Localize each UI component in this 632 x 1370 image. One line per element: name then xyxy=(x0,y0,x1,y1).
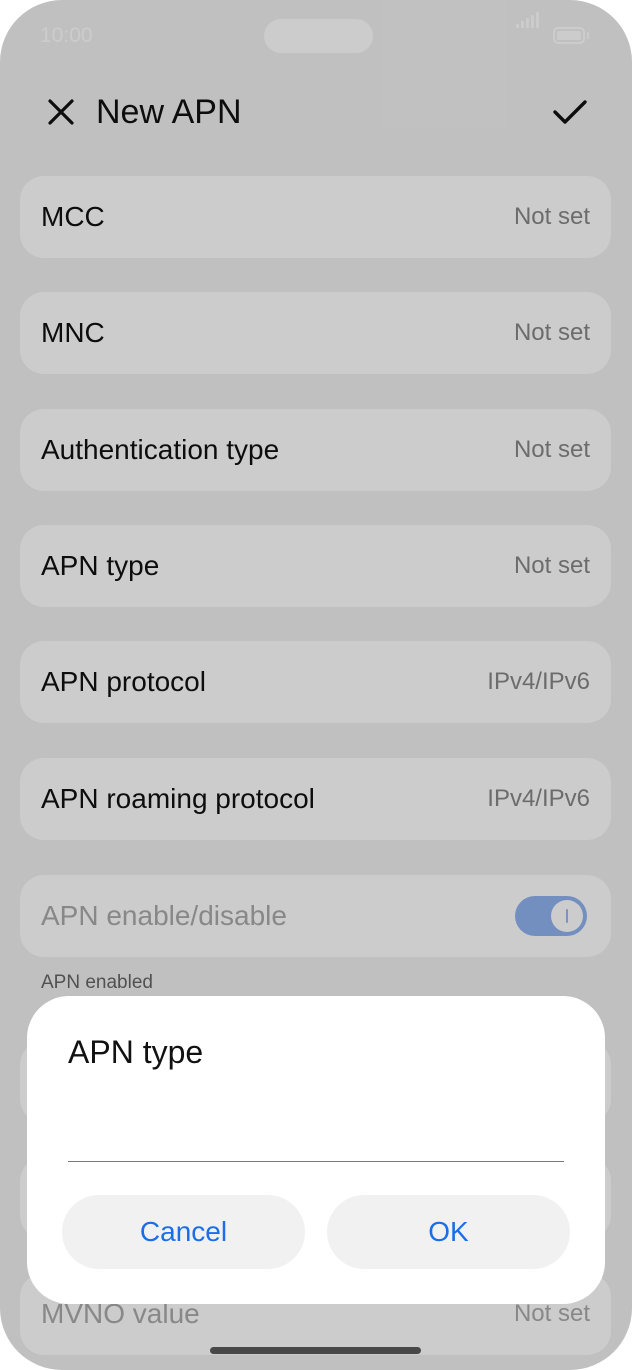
apn-type-dialog: APN type Cancel OK xyxy=(27,996,605,1304)
ok-button[interactable]: OK xyxy=(327,1195,570,1269)
apn-type-input[interactable] xyxy=(68,1106,564,1162)
phone-screen: 10:00 New APN MCC Not set MNC Not set Au… xyxy=(0,0,632,1370)
cancel-button[interactable]: Cancel xyxy=(62,1195,305,1269)
dialog-title: APN type xyxy=(68,1034,204,1070)
